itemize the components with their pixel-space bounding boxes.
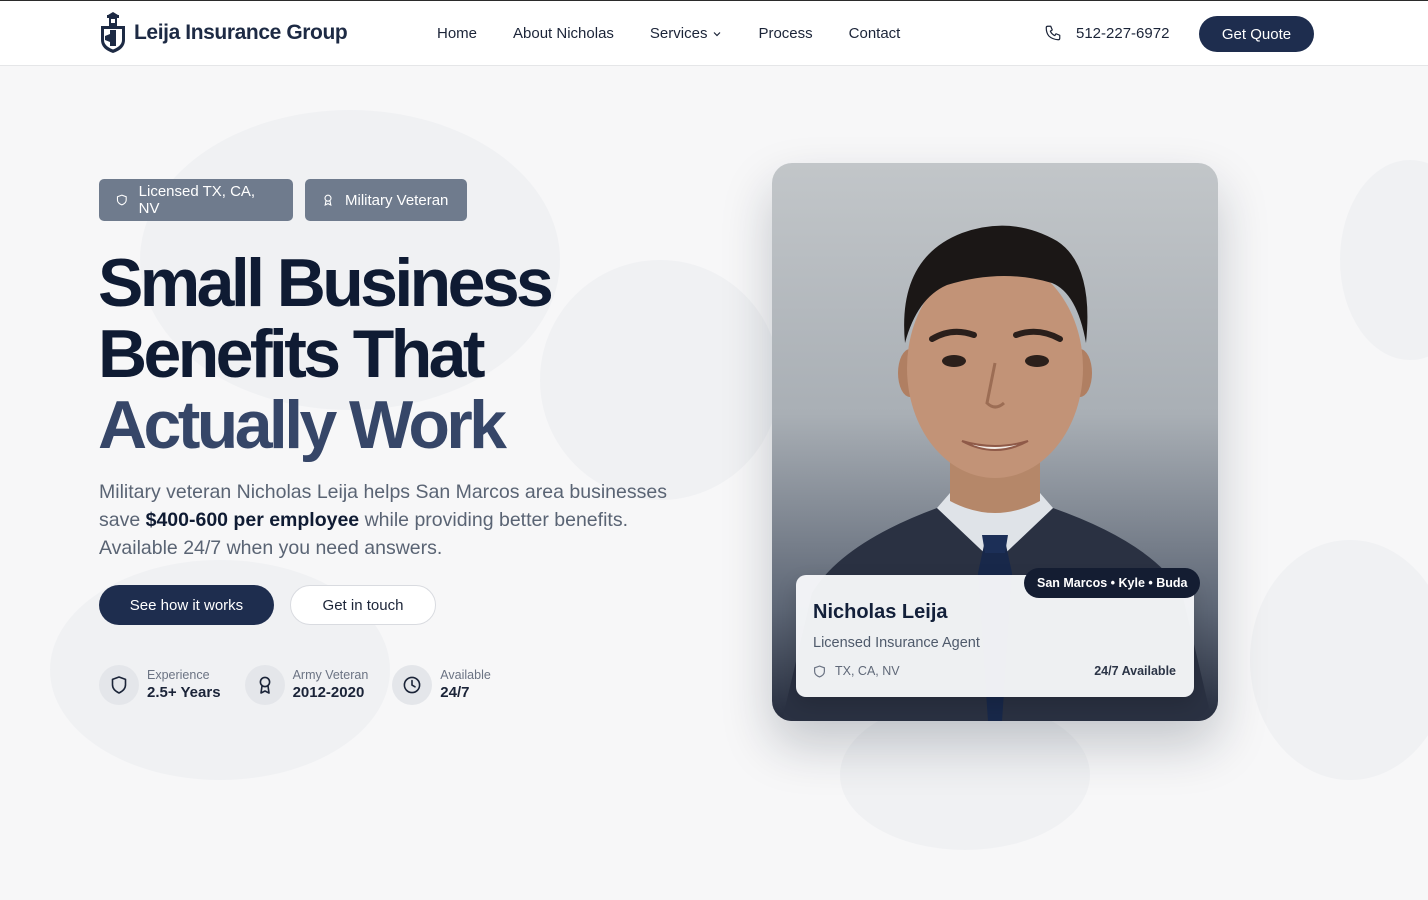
stat-text: Experience 2.5+ Years [147, 667, 221, 703]
licensed-badge: Licensed TX, CA, NV [99, 179, 293, 221]
stat-label: Available [440, 668, 491, 682]
nav-contact[interactable]: Contact [849, 25, 901, 42]
see-how-it-works-button[interactable]: See how it works [99, 585, 274, 625]
shield-icon [116, 194, 127, 206]
get-in-touch-button[interactable]: Get in touch [290, 585, 436, 625]
stat-label: Army Veteran [292, 668, 369, 682]
nav-process[interactable]: Process [758, 25, 812, 42]
stat-icon-wrap [244, 665, 285, 705]
background-blob [1340, 160, 1428, 360]
licensed-badge-label: Licensed TX, CA, NV [138, 183, 256, 217]
lighthouse-shield-icon [101, 12, 125, 53]
nav-home[interactable]: Home [437, 25, 477, 42]
hero-description: Military veteran Nicholas Leija helps Sa… [99, 478, 689, 562]
site-header: Leija Insurance Group Home About Nichola… [0, 0, 1428, 66]
agent-name: Nicholas Leija [813, 601, 948, 623]
headline-line-2: Benefits That [98, 316, 486, 392]
credential-badges: Licensed TX, CA, NV Military Veteran [99, 179, 479, 221]
nav-about[interactable]: About Nicholas [513, 25, 614, 42]
savings-highlight: $400-600 per employee [145, 509, 360, 531]
stat-icon-wrap [392, 665, 433, 705]
headline-line-3: Actually Work [98, 387, 507, 463]
main-nav: Home About Nicholas Services Process Con… [437, 25, 936, 42]
stat-value: 24/7 [440, 684, 470, 701]
nav-services-label: Services [649, 25, 708, 42]
brand-name: Leija Insurance Group [134, 21, 348, 44]
phone-icon [1045, 25, 1061, 41]
veteran-badge-label: Military Veteran [345, 191, 449, 209]
phone-link[interactable]: 512-227-6972 [1044, 24, 1169, 42]
chevron-down-icon [714, 31, 721, 36]
agent-states: TX, CA, NV [813, 664, 900, 678]
stat-text: Army Veteran 2012-2020 [293, 667, 369, 703]
service-area-pill: San Marcos • Kyle • Buda [1024, 568, 1201, 598]
award-icon [259, 676, 270, 694]
brand-logo[interactable]: Leija Insurance Group [98, 12, 348, 54]
award-icon [324, 194, 332, 206]
background-blob [840, 700, 1090, 850]
get-quote-button[interactable]: Get Quote [1199, 16, 1314, 52]
headline-line-1: Small Business [98, 245, 554, 321]
stat-label: Experience [147, 668, 210, 682]
agent-availability: 24/7 Available [1094, 664, 1176, 678]
agent-states-label: TX, CA, NV [835, 664, 900, 678]
nav-services[interactable]: Services [650, 25, 723, 42]
landing-page: Leija Insurance Group Home About Nichola… [0, 0, 1428, 900]
stat-value: 2.5+ Years [147, 684, 221, 701]
stat-army-veteran: Army Veteran 2012-2020 [244, 665, 369, 705]
agent-role: Licensed Insurance Agent [813, 635, 980, 651]
stat-value: 2012-2020 [292, 684, 365, 701]
stat-text: Available 24/7 [440, 667, 491, 703]
stat-experience: Experience 2.5+ Years [99, 665, 221, 705]
stat-availability: Available 24/7 [392, 665, 491, 705]
hero-headline: Small Business Benefits That Actually Wo… [98, 248, 658, 461]
hero-stats: Experience 2.5+ Years Army Veteran 2012-… [99, 665, 515, 705]
phone-number: 512-227-6972 [1076, 24, 1170, 42]
stat-icon-wrap [99, 665, 139, 705]
background-blob [1250, 540, 1428, 780]
shield-icon [111, 676, 127, 694]
shield-icon [814, 664, 825, 678]
clock-icon [403, 676, 421, 694]
veteran-badge: Military Veteran [305, 179, 467, 221]
